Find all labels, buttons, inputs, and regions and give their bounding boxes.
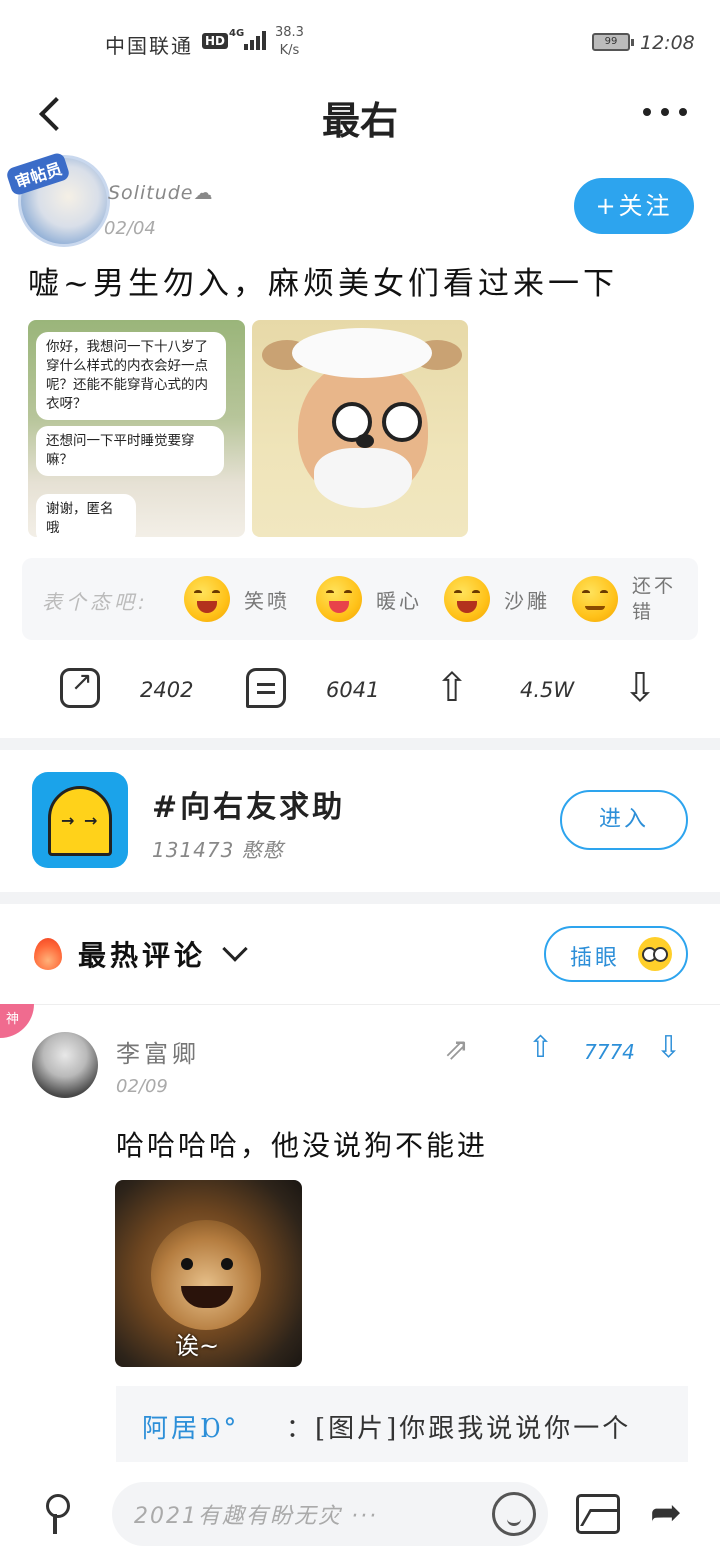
- forward-icon[interactable]: ➦: [650, 1490, 682, 1534]
- hd-indicator: HD: [202, 33, 229, 49]
- post-actions: 2402 6041 ⇧ 4.5W ⇩: [0, 660, 720, 720]
- commenter-avatar[interactable]: [32, 1032, 98, 1098]
- network-type: 4G: [229, 28, 245, 39]
- commenter-name[interactable]: 李富卿: [116, 1034, 200, 1069]
- reaction-silly[interactable]: 沙雕: [444, 572, 550, 626]
- comment-share-icon[interactable]: ⇗: [444, 1032, 469, 1067]
- reaction-laugh[interactable]: 笑喷: [184, 572, 290, 626]
- comment-count: 6041: [326, 678, 380, 702]
- topic-ghost-icon[interactable]: → →: [32, 772, 128, 868]
- more-options-icon[interactable]: [643, 102, 687, 122]
- silly-face-emoji-icon: [444, 576, 490, 622]
- battery-icon: 99: [592, 33, 634, 51]
- reaction-bar: 表个态吧: 笑喷 暖心 沙雕 还不错: [22, 558, 698, 640]
- god-comment-badge: 神: [0, 1004, 34, 1038]
- section-separator: [0, 738, 720, 750]
- enter-topic-button[interactable]: 进入: [560, 790, 688, 850]
- heart-hug-emoji-icon: [316, 576, 362, 622]
- comment-like-count: 7774: [584, 1040, 635, 1064]
- comment-input[interactable]: 2021有趣有盼无灾 ···: [112, 1482, 548, 1546]
- topic-members: 131473 憨憨: [152, 838, 284, 862]
- carrier-name: 中国联通: [105, 34, 193, 58]
- laughing-tears-emoji-icon: [184, 576, 230, 622]
- post-text: 嘘~男生勿入，麻烦美女们看过来一下: [28, 266, 618, 302]
- author-name[interactable]: Solitude☁: [108, 182, 213, 204]
- chat-bubble: 谢谢，匿名哦: [36, 494, 136, 537]
- clock: 12:08: [640, 32, 695, 54]
- comment-date: 02/09: [116, 1076, 168, 1097]
- reply-author[interactable]: 阿居Ɒ°: [142, 1408, 239, 1445]
- chat-bubble: 你好，我想问一下十八岁了穿什么样式的内衣会好一点呢？还能不能穿背心式的内衣呀？: [36, 332, 226, 420]
- post-date: 02/04: [104, 218, 156, 239]
- comment-text: 哈哈哈哈，他没说狗不能进: [116, 1129, 489, 1162]
- share-icon[interactable]: [60, 667, 100, 708]
- comment-reply[interactable]: 阿居Ɒ° ：[图片]你跟我说说你一个: [116, 1386, 688, 1462]
- top-nav: 最右: [0, 80, 720, 150]
- image-caption: 诶~: [175, 1332, 220, 1360]
- signal-icon: [244, 30, 268, 50]
- fire-icon: [34, 938, 62, 970]
- reaction-warm[interactable]: 暖心: [316, 572, 422, 626]
- page-title: 最右: [321, 99, 398, 143]
- topic-title[interactable]: #向右友求助: [152, 782, 345, 826]
- comment-image-dog[interactable]: 诶~: [115, 1180, 302, 1367]
- chat-bubble: 还想问一下平时睡觉要穿嘛？: [36, 426, 224, 476]
- reaction-prompt: 表个态吧:: [42, 590, 149, 614]
- status-bar: 中国联通 HD 4G 38.3 K/s 99 12:08: [0, 0, 720, 80]
- share-count: 2402: [140, 678, 194, 702]
- chevron-down-icon[interactable]: [222, 936, 248, 962]
- post-image-cartoon-goat[interactable]: [252, 320, 468, 537]
- glasses-emoji-icon: [638, 937, 672, 971]
- comment-downvote-icon[interactable]: ⇩: [656, 1030, 681, 1065]
- section-separator: [0, 892, 720, 904]
- image-icon[interactable]: [576, 1494, 620, 1534]
- follow-button[interactable]: +关注: [574, 178, 694, 234]
- emoji-icon[interactable]: [492, 1492, 536, 1536]
- comment-upvote-icon[interactable]: ⇧: [528, 1030, 553, 1065]
- smug-emoji-icon: [572, 576, 618, 622]
- comment-input-placeholder: 2021有趣有盼无灾 ···: [134, 1504, 378, 1529]
- network-speed: 38.3 K/s: [275, 25, 304, 58]
- comment-icon[interactable]: [246, 668, 286, 708]
- bookmark-button[interactable]: 插眼: [544, 926, 688, 982]
- hot-comments-title[interactable]: 最热评论: [78, 934, 206, 974]
- microphone-icon[interactable]: [40, 1494, 70, 1536]
- post-image-chat[interactable]: 你好，我想问一下十八岁了穿什么样式的内衣会好一点呢？还能不能穿背心式的内衣呀？ …: [28, 320, 245, 537]
- reaction-not-bad[interactable]: 还不错: [572, 572, 680, 626]
- upvote-count: 4.5W: [520, 678, 575, 702]
- divider: [0, 1004, 720, 1005]
- upvote-icon[interactable]: ⇧: [432, 668, 472, 708]
- bottom-bar: 2021有趣有盼无灾 ··· ➦: [0, 1468, 720, 1560]
- reply-text: ：[图片]你跟我说说你一个: [286, 1414, 632, 1444]
- downvote-icon[interactable]: ⇩: [620, 668, 660, 708]
